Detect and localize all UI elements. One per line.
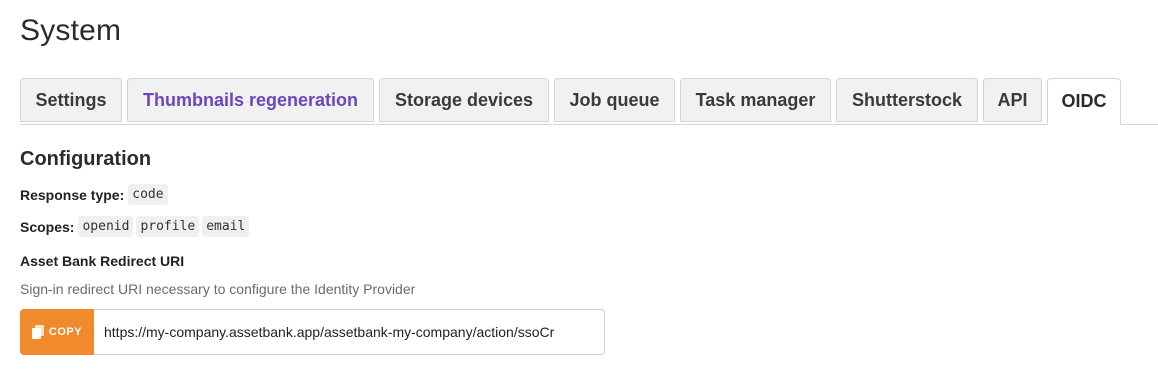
tab-label: OIDC [1061,91,1107,111]
redirect-uri-helper: Sign-in redirect URI necessary to config… [20,281,416,297]
tab-label: Storage devices [394,89,534,110]
copy-icon [31,325,44,339]
response-type-row: Response type: code [20,184,168,205]
tab-job-queue[interactable]: Job queue [554,78,675,122]
tab-thumbnails-regeneration[interactable]: Thumbnails regeneration [127,78,374,122]
response-type-value: code [128,184,168,205]
copy-button-label: COPY [48,326,83,338]
scope-openid: openid [78,216,134,237]
scope-email: email [202,216,250,237]
redirect-uri-input[interactable] [94,309,605,355]
tab-shutterstock[interactable]: Shutterstock [836,78,978,122]
tab-label: Task manager [695,89,816,110]
configuration-heading: Configuration [20,148,152,170]
tab-settings[interactable]: Settings [20,78,122,122]
scopes-label: Scopes: [20,218,75,235]
tab-oidc[interactable]: OIDC [1047,78,1121,125]
tab-label: Shutterstock [851,89,963,110]
response-type-label: Response type: [20,186,125,203]
tab-bar: Settings Thumbnails regeneration Storage… [20,78,1158,125]
tab-api[interactable]: API [983,78,1042,122]
tab-task-manager[interactable]: Task manager [680,78,831,122]
copy-button[interactable]: COPY [20,309,94,355]
redirect-uri-group: COPY [20,309,605,355]
scopes-row: Scopes: openid profile email [20,216,250,237]
tab-label: Thumbnails regeneration [142,89,359,110]
tab-label: Job queue [569,89,660,110]
tab-storage-devices[interactable]: Storage devices [379,78,549,122]
page-title: System [20,14,122,47]
scope-profile: profile [136,216,200,237]
redirect-uri-label: Asset Bank Redirect URI [20,253,185,269]
tab-label: Settings [35,89,107,110]
tab-label: API [997,89,1028,110]
